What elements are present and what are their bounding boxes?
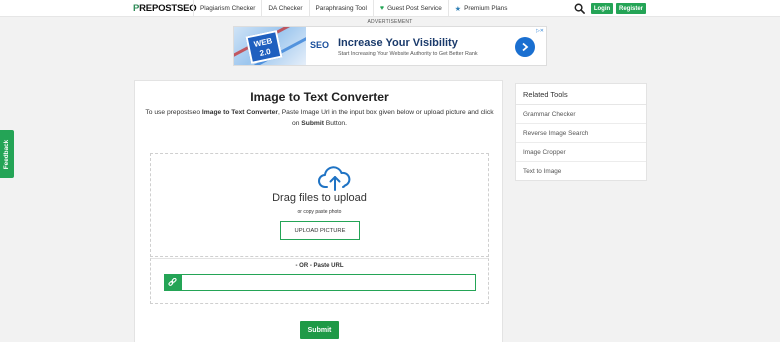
ad-subtitle: Start Increasing Your Website Authority … (338, 51, 478, 57)
page-title: Image to Text Converter (250, 90, 389, 104)
chevron-right-icon (522, 42, 529, 52)
ad-image: WEB 2.0 (234, 27, 306, 65)
related-tools-title: Related Tools (516, 84, 646, 105)
nav-da-checker[interactable]: DA Checker (261, 0, 308, 17)
heart-icon: ♥ (379, 5, 385, 12)
nav-premium-plans[interactable]: ★ Premium Plans (447, 0, 514, 17)
upload-picture-button[interactable]: UPLOAD PICTURE (280, 221, 360, 240)
logo-text: PREPOSTSEO (133, 3, 197, 14)
ad-badge: WEB 2.0 (245, 29, 283, 65)
sidebar-item-reverse-image-search[interactable]: Reverse Image Search (516, 124, 646, 143)
nav-plagiarism-checker[interactable]: Plagiarism Checker (193, 0, 261, 17)
upload-dropzone[interactable]: Drag files to upload or copy paste photo… (150, 153, 489, 257)
nav-links: Plagiarism Checker DA Checker Paraphrasi… (193, 0, 513, 17)
image-url-input[interactable] (181, 274, 476, 291)
related-tools-sidebar: Related Tools Grammar Checker Reverse Im… (515, 83, 647, 181)
page-description: To use prepostseo Image to Text Converte… (145, 109, 494, 127)
feedback-tab[interactable]: Feedback (0, 130, 14, 178)
logo[interactable]: PREPOSTSEO (133, 1, 197, 16)
paste-url-label: - OR - Paste URL (295, 263, 344, 269)
login-button[interactable]: Login (591, 3, 613, 14)
sidebar-item-grammar-checker[interactable]: Grammar Checker (516, 105, 646, 124)
cloud-upload-icon (318, 166, 351, 191)
ad-banner[interactable]: WEB 2.0 SEO Increase Your Visibility Sta… (233, 26, 547, 66)
nav-guest-post-service[interactable]: ♥ Guest Post Service (372, 0, 448, 17)
submit-button[interactable]: Submit (300, 321, 339, 339)
star-icon: ★ (454, 5, 462, 13)
top-navbar: PREPOSTSEO Plagiarism Checker DA Checker… (0, 0, 780, 17)
nav-paraphrasing-tool[interactable]: Paraphrasing Tool (308, 0, 373, 17)
search-icon[interactable] (574, 3, 585, 14)
copy-paste-text: or copy paste photo (297, 209, 342, 215)
drag-files-text: Drag files to upload (272, 192, 367, 204)
sidebar-item-text-to-image[interactable]: Text to Image (516, 162, 646, 181)
converter-panel: Image to Text Converter To use prepostse… (134, 80, 503, 342)
register-button[interactable]: Register (616, 3, 646, 14)
ad-title: Increase Your Visibility (338, 37, 458, 49)
advertisement-label: ADVERTISEMENT (367, 19, 413, 25)
link-icon (164, 274, 181, 291)
paste-url-section: - OR - Paste URL (150, 258, 489, 304)
ad-seo-logo: SEO (310, 40, 330, 50)
ad-arrow-button[interactable] (515, 37, 535, 57)
sidebar-item-image-cropper[interactable]: Image Cropper (516, 143, 646, 162)
ad-info-icon[interactable]: ▷✕ (536, 28, 544, 34)
